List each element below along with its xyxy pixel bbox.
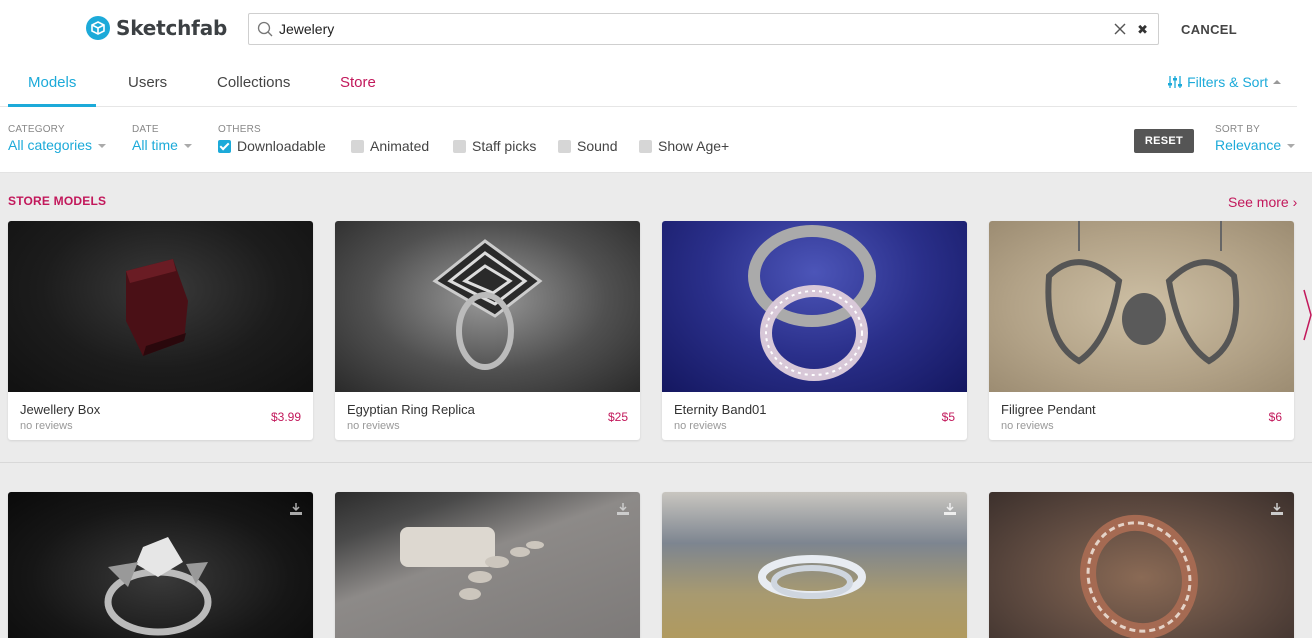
close-search-icon[interactable]: ✖ bbox=[1137, 22, 1148, 38]
download-icon[interactable] bbox=[943, 502, 957, 521]
chevron-up-icon bbox=[1273, 80, 1281, 84]
search-box[interactable]: ✖ bbox=[248, 13, 1159, 45]
tab-models[interactable]: Models bbox=[28, 74, 76, 91]
checkbox-icon bbox=[558, 139, 571, 153]
jewellery-box-image bbox=[126, 259, 188, 356]
sketchfab-logo-icon bbox=[86, 16, 110, 40]
model-thumbnail[interactable] bbox=[989, 221, 1294, 392]
cancel-button[interactable]: CANCEL bbox=[1181, 22, 1237, 37]
sort-dropdown[interactable]: Relevance bbox=[1215, 137, 1296, 153]
model-info: Egyptian Ring Replica no reviews $25 bbox=[335, 392, 640, 440]
model-info: Jewellery Box no reviews $3.99 bbox=[8, 392, 313, 440]
date-label: DATE bbox=[132, 124, 159, 135]
model-card[interactable]: Egyptian Ring Replica no reviews $25 bbox=[335, 221, 640, 440]
diamond-ring-image bbox=[104, 537, 212, 636]
model-name[interactable]: Eternity Band01 bbox=[674, 402, 767, 417]
chevron-down-icon bbox=[1287, 144, 1296, 148]
model-thumbnail[interactable] bbox=[335, 221, 640, 392]
model-thumbnail[interactable] bbox=[989, 492, 1294, 638]
sort-value: Relevance bbox=[1215, 137, 1282, 153]
model-card[interactable] bbox=[662, 492, 967, 638]
tab-collections[interactable]: Collections bbox=[217, 74, 290, 91]
chevron-down-icon bbox=[183, 144, 192, 148]
eternity-band-image bbox=[748, 225, 876, 381]
sketchfab-logo[interactable]: Sketchfab bbox=[86, 16, 227, 40]
engraved-band-image bbox=[1080, 514, 1198, 638]
checkbox-icon bbox=[453, 139, 466, 153]
model-name[interactable]: Filigree Pendant bbox=[1001, 402, 1096, 417]
checkbox-icon bbox=[639, 139, 652, 153]
tab-users[interactable]: Users bbox=[128, 74, 167, 91]
checkbox-icon bbox=[351, 139, 364, 153]
date-value: All time bbox=[132, 137, 178, 153]
sliders-icon bbox=[1168, 76, 1183, 88]
filters-sort-label: Filters & Sort bbox=[1187, 74, 1268, 90]
category-label: CATEGORY bbox=[8, 124, 65, 135]
checkbox-sound[interactable]: Sound bbox=[558, 138, 617, 154]
model-card[interactable]: Jewellery Box no reviews $3.99 bbox=[8, 221, 313, 440]
model-price: $5 bbox=[941, 410, 955, 424]
model-reviews: no reviews bbox=[674, 420, 727, 432]
checkbox-checked-icon bbox=[218, 139, 231, 153]
see-more-link[interactable]: See more › bbox=[1228, 194, 1297, 210]
model-card[interactable] bbox=[335, 492, 640, 638]
model-reviews: no reviews bbox=[1001, 420, 1054, 432]
model-reviews: no reviews bbox=[20, 420, 73, 432]
download-icon[interactable] bbox=[1270, 502, 1284, 521]
others-label: OTHERS bbox=[218, 124, 261, 135]
tab-bar: Models Users Collections Store Filters &… bbox=[0, 60, 1297, 107]
model-thumbnail[interactable] bbox=[8, 221, 313, 392]
model-thumbnail[interactable] bbox=[662, 221, 967, 392]
filter-bar: CATEGORY All categories DATE All time OT… bbox=[0, 107, 1312, 173]
model-price: $25 bbox=[607, 410, 628, 424]
date-dropdown[interactable]: All time bbox=[132, 137, 192, 153]
model-name[interactable]: Jewellery Box bbox=[20, 402, 100, 417]
sort-label: SORT BY bbox=[1215, 124, 1260, 135]
chevron-down-icon bbox=[98, 144, 107, 148]
twisted-ring-image bbox=[758, 555, 866, 599]
model-thumbnail[interactable] bbox=[335, 492, 640, 638]
search-input[interactable] bbox=[279, 19, 1079, 39]
model-card[interactable]: Eternity Band01 no reviews $5 bbox=[662, 221, 967, 440]
download-icon[interactable] bbox=[616, 502, 630, 521]
filters-sort-toggle[interactable]: Filters & Sort bbox=[1168, 74, 1281, 90]
clear-search-icon[interactable] bbox=[1112, 21, 1128, 37]
checkbox-downloadable[interactable]: Downloadable bbox=[218, 138, 326, 154]
checkbox-show-age[interactable]: Show Age+ bbox=[639, 138, 729, 154]
checkbox-label: Downloadable bbox=[237, 138, 326, 154]
model-thumbnail[interactable] bbox=[8, 492, 313, 638]
jewelry-box-set-image bbox=[400, 527, 544, 600]
logo-text: Sketchfab bbox=[116, 16, 228, 40]
section-divider bbox=[0, 462, 1312, 463]
model-card[interactable]: Filigree Pendant no reviews $6 bbox=[989, 221, 1294, 440]
checkbox-animated[interactable]: Animated bbox=[351, 138, 429, 154]
tab-store[interactable]: Store bbox=[340, 74, 376, 91]
model-info: Filigree Pendant no reviews $6 bbox=[989, 392, 1294, 440]
search-icon bbox=[257, 21, 273, 42]
model-name[interactable]: Egyptian Ring Replica bbox=[347, 402, 475, 417]
checkbox-label: Staff picks bbox=[472, 138, 537, 154]
category-dropdown[interactable]: All categories bbox=[8, 137, 107, 153]
checkbox-label: Sound bbox=[577, 138, 618, 154]
model-card[interactable] bbox=[989, 492, 1294, 638]
results-area: STORE MODELS See more › Jewellery Box no… bbox=[0, 173, 1312, 638]
header: Sketchfab ✖ CANCEL bbox=[0, 0, 1312, 60]
download-icon[interactable] bbox=[289, 502, 303, 521]
checkbox-label: Show Age+ bbox=[658, 138, 730, 154]
model-info: Eternity Band01 no reviews $5 bbox=[662, 392, 967, 440]
category-value: All categories bbox=[8, 137, 93, 153]
egyptian-ring-image bbox=[432, 239, 543, 370]
chevron-right-icon[interactable] bbox=[1302, 288, 1312, 342]
filigree-pendant-image bbox=[1045, 221, 1240, 365]
checkbox-staff-picks[interactable]: Staff picks bbox=[453, 138, 536, 154]
model-price: $3.99 bbox=[270, 410, 301, 424]
model-card[interactable] bbox=[8, 492, 313, 638]
checkbox-label: Animated bbox=[370, 138, 430, 154]
model-reviews: no reviews bbox=[347, 420, 400, 432]
reset-button[interactable]: RESET bbox=[1134, 129, 1194, 153]
model-price: $6 bbox=[1268, 410, 1282, 424]
model-thumbnail[interactable] bbox=[662, 492, 967, 638]
store-models-title: STORE MODELS bbox=[8, 194, 107, 208]
